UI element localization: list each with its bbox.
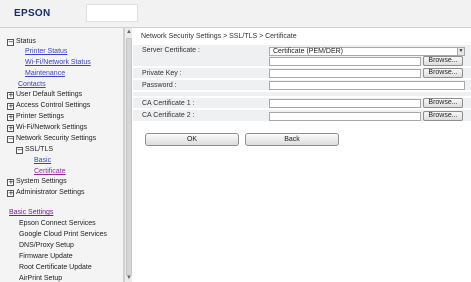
server-certificate-row: Server Certificate : Certificate (PEM/DE… [133,45,471,67]
password-row: Password : [133,80,471,91]
main-content: Network Security Settings > SSL/TLS > Ce… [133,28,471,282]
private-key-label: Private Key : [142,70,182,77]
private-key-row: Private Key : Browse... [133,68,471,79]
ca-certificate-1-row: CA Certificate 1 : Browse... [133,98,471,109]
sidebar-item-epson-connect[interactable]: Epson Connect Services [19,219,96,229]
sidebar-link-basic[interactable]: Basic [34,156,51,166]
sidebar-item-label: System Settings [16,178,67,185]
sidebar-section-basic-settings[interactable]: Basic Settings [9,208,53,218]
sidebar-item-printer-settings[interactable]: + Printer Settings [7,112,64,122]
epson-logo: EPSON [14,8,51,19]
header-bar: EPSON [0,0,471,28]
scroll-thumb[interactable] [126,38,132,276]
sidebar-link-contacts[interactable]: Contacts [18,80,46,90]
collapse-icon[interactable]: − [7,136,14,143]
sidebar-item-system-settings[interactable]: + System Settings [7,177,67,187]
expand-icon[interactable]: + [7,114,14,121]
sidebar-item-label: Status [16,38,36,45]
header-blank-field [86,4,138,22]
sidebar-item-google-cloud-print[interactable]: Google Cloud Print Services [19,230,107,240]
private-key-file-field[interactable] [269,69,421,78]
expand-icon[interactable]: + [7,190,14,197]
sidebar-item-status[interactable]: − Status [7,37,36,47]
sidebar-item-dns-proxy-setup[interactable]: DNS/Proxy Setup [19,241,74,251]
server-certificate-select[interactable]: Certificate (PEM/DER) ▼ [269,47,465,56]
collapse-icon[interactable]: − [7,39,14,46]
sidebar-item-label: Administrator Settings [16,189,85,196]
private-key-browse-button[interactable]: Browse... [423,68,463,78]
sidebar-item-label: Wi-Fi/Network Settings [16,124,88,131]
sidebar-item-label: SSL/TLS [25,146,54,153]
sidebar-item-root-certificate-update[interactable]: Root Certificate Update [19,263,92,273]
sidebar-item-label: Access Control Settings [16,102,91,109]
ca-certificate-1-label: CA Certificate 1 : [142,100,195,107]
ca-certificate-2-row: CA Certificate 2 : Browse... [133,110,471,122]
sidebar-item-firmware-update[interactable]: Firmware Update [19,252,73,262]
sidebar-link-wifi-network-status[interactable]: Wi-Fi/Network Status [25,58,91,68]
server-certificate-browse-button[interactable]: Browse... [423,56,463,66]
server-certificate-value: Certificate (PEM/DER) [273,48,344,55]
scroll-up-arrow-icon[interactable]: ▲ [125,28,133,36]
ca-certificate-1-browse-button[interactable]: Browse... [423,98,463,108]
expand-icon[interactable]: + [7,92,14,99]
password-field[interactable] [269,81,465,90]
spacer-row [133,92,471,97]
sidebar: − Status Printer Status Wi-Fi/Network Sta… [0,28,124,282]
ca-certificate-2-file-field[interactable] [269,112,421,121]
sidebar-item-label: User Default Settings [16,91,83,98]
sidebar-item-user-default-settings[interactable]: + User Default Settings [7,90,82,100]
sidebar-link-printer-status[interactable]: Printer Status [25,47,67,57]
server-certificate-label: Server Certificate : [142,47,200,54]
breadcrumb: Network Security Settings > SSL/TLS > Ce… [141,33,297,40]
ok-button[interactable]: OK [145,133,239,146]
chevron-down-icon[interactable]: ▼ [457,48,464,55]
scroll-down-arrow-icon[interactable]: ▼ [125,274,133,282]
ca-certificate-2-label: CA Certificate 2 : [142,112,195,119]
sidebar-link-certificate[interactable]: Certificate [34,167,66,177]
expand-icon[interactable]: + [7,179,14,186]
sidebar-item-wifi-network-settings[interactable]: + Wi-Fi/Network Settings [7,123,87,133]
sidebar-scrollbar[interactable]: ▲ ▼ [124,28,132,282]
ca-certificate-2-browse-button[interactable]: Browse... [423,111,463,121]
ca-certificate-1-file-field[interactable] [269,99,421,108]
back-button[interactable]: Back [245,133,339,146]
server-certificate-file-field[interactable] [269,57,421,66]
sidebar-item-network-security-settings[interactable]: − Network Security Settings [7,134,96,144]
password-label: Password : [142,82,177,89]
sidebar-item-airprint-setup[interactable]: AirPrint Setup [19,274,62,282]
sidebar-link-maintenance[interactable]: Maintenance [25,69,65,79]
sidebar-item-label: Network Security Settings [16,135,97,142]
expand-icon[interactable]: + [7,125,14,132]
sidebar-item-access-control-settings[interactable]: + Access Control Settings [7,101,90,111]
sidebar-item-label: Printer Settings [16,113,64,120]
expand-icon[interactable]: + [7,103,14,110]
sidebar-item-administrator-settings[interactable]: + Administrator Settings [7,188,84,198]
collapse-icon[interactable]: − [16,147,23,154]
sidebar-item-ssl-tls[interactable]: − SSL/TLS [16,145,53,155]
